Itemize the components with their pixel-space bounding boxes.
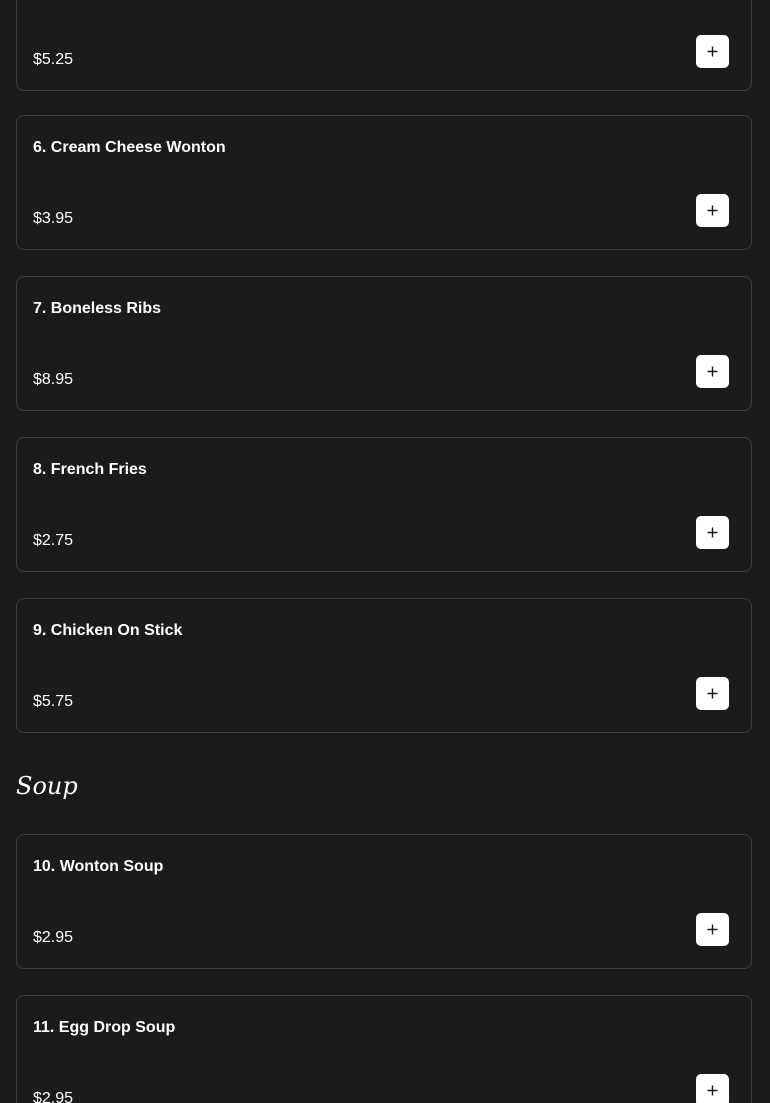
menu-item-card[interactable]: 8. French Fries $2.75	[16, 437, 752, 572]
menu-item-card[interactable]: 9. Chicken On Stick $5.75	[16, 598, 752, 733]
plus-icon	[707, 527, 718, 538]
item-price: $2.95	[33, 929, 74, 946]
menu-item-card[interactable]: 11. Egg Drop Soup $2.95	[16, 995, 752, 1103]
item-name: 10. Wonton Soup	[33, 858, 164, 875]
item-price: $5.25	[33, 51, 74, 68]
menu-item-card[interactable]: 6. Cream Cheese Wonton $3.95	[16, 115, 752, 250]
item-price: $2.75	[33, 532, 74, 549]
item-name: 11. Egg Drop Soup	[33, 1019, 176, 1036]
section-title-soup: Soup	[16, 772, 78, 800]
item-price: $3.95	[33, 210, 74, 227]
item-name: 9. Chicken On Stick	[33, 622, 183, 639]
add-to-cart-button[interactable]	[696, 355, 729, 388]
plus-icon	[707, 46, 718, 57]
plus-icon	[707, 205, 718, 216]
item-name: 8. French Fries	[33, 461, 147, 478]
menu-item-card[interactable]: 10. Wonton Soup $2.95	[16, 834, 752, 969]
item-name: 7. Boneless Ribs	[33, 300, 162, 317]
item-price: $2.95	[33, 1090, 74, 1103]
add-to-cart-button[interactable]	[696, 913, 729, 946]
plus-icon	[707, 924, 718, 935]
add-to-cart-button[interactable]	[696, 35, 729, 68]
item-price: $8.95	[33, 371, 74, 388]
menu-item-card[interactable]: 7. Boneless Ribs $8.95	[16, 276, 752, 411]
plus-icon	[707, 1085, 718, 1096]
item-price: $5.75	[33, 693, 74, 710]
plus-icon	[707, 366, 718, 377]
menu-item-card[interactable]: $5.25	[16, 0, 752, 91]
add-to-cart-button[interactable]	[696, 516, 729, 549]
add-to-cart-button[interactable]	[696, 677, 729, 710]
add-to-cart-button[interactable]	[696, 1074, 729, 1103]
plus-icon	[707, 688, 718, 699]
item-name: 6. Cream Cheese Wonton	[33, 139, 226, 156]
add-to-cart-button[interactable]	[696, 194, 729, 227]
